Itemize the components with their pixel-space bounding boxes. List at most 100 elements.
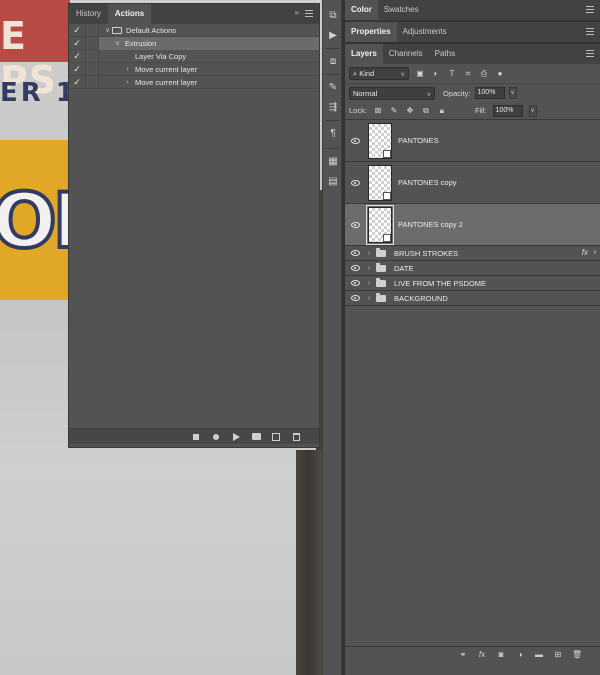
panel-menu-icon[interactable] xyxy=(586,6,594,13)
visibility-eye-icon[interactable] xyxy=(345,276,365,291)
record-icon[interactable] xyxy=(211,432,221,442)
trash-icon[interactable]: 🗑︎ xyxy=(572,650,582,659)
dialog-toggle[interactable] xyxy=(85,75,99,89)
visibility-eye-icon[interactable] xyxy=(345,120,365,162)
type-filter-icon[interactable]: T xyxy=(447,69,457,79)
add-style-icon[interactable]: fx xyxy=(477,650,487,659)
layer-row[interactable]: PANTONES copy 2 xyxy=(345,204,600,246)
visibility-eye-icon[interactable] xyxy=(345,246,365,261)
brush-icon[interactable]: ✎ xyxy=(327,82,339,94)
layer-thumbnail[interactable] xyxy=(368,164,392,201)
toggle-check-icon[interactable]: ✓ xyxy=(69,24,85,37)
expand-arrow-icon[interactable]: › xyxy=(365,295,373,302)
panel-menu-icon[interactable] xyxy=(586,28,594,35)
tab-history[interactable]: History xyxy=(69,4,108,24)
layer-row[interactable]: PANTONES xyxy=(345,120,600,162)
pixel-filter-icon[interactable]: ▣ xyxy=(415,69,425,79)
clone-source-icon[interactable]: ⧈ xyxy=(327,56,339,68)
play-icon[interactable] xyxy=(231,432,241,442)
toggle-check-icon[interactable]: ✓ xyxy=(69,50,85,63)
actions-play-icon[interactable]: ▶ xyxy=(327,30,339,42)
dialog-toggle[interactable] xyxy=(85,36,99,50)
layer-thumbnail[interactable] xyxy=(368,122,392,159)
paragraph-icon[interactable]: ¶ xyxy=(327,128,339,140)
new-group-icon[interactable]: ▬ xyxy=(534,650,544,659)
layer-row[interactable]: PANTONES copy xyxy=(345,162,600,204)
group-row[interactable]: › LIVE FROM THE PSDOME xyxy=(345,276,600,291)
disclosure-arrow-icon[interactable]: › xyxy=(123,66,132,73)
action-item[interactable]: Layer Via Copy xyxy=(99,50,319,63)
libraries-icon[interactable]: ▦ xyxy=(327,156,339,168)
tab-adjustments[interactable]: Adjustments xyxy=(397,22,453,42)
group-name[interactable]: DATE xyxy=(394,264,413,273)
layer-name[interactable]: PANTONES copy 2 xyxy=(398,220,463,229)
action-item[interactable]: › Move current layer xyxy=(99,76,319,89)
link-layers-icon[interactable]: ⚭ xyxy=(458,650,468,659)
tab-channels[interactable]: Channels xyxy=(383,44,429,64)
layer-thumbnail[interactable] xyxy=(366,204,394,245)
expand-arrow-icon[interactable]: › xyxy=(365,265,373,272)
brush-settings-icon[interactable]: ⇶ xyxy=(327,102,339,114)
opacity-dropdown-icon[interactable]: ∨ xyxy=(508,87,517,99)
tab-swatches[interactable]: Swatches xyxy=(378,0,425,20)
chevron-down-icon[interactable]: ∨ xyxy=(593,249,597,256)
expand-arrow-icon[interactable]: › xyxy=(365,250,373,257)
disclosure-arrow-icon[interactable]: ∨ xyxy=(113,39,122,47)
history-icon[interactable]: ⧉ xyxy=(327,10,339,22)
trash-icon[interactable] xyxy=(291,432,301,442)
stop-icon[interactable] xyxy=(191,432,201,442)
toggle-check-icon[interactable]: ✓ xyxy=(69,63,85,76)
action-row[interactable]: ✓ › Move current layer xyxy=(69,75,319,89)
toggle-check-icon[interactable]: ✓ xyxy=(69,76,85,89)
collapse-icon[interactable]: » xyxy=(295,8,299,17)
adjustment-layer-icon[interactable]: ◑ xyxy=(515,650,525,659)
action-row[interactable]: ✓ Layer Via Copy xyxy=(69,49,319,63)
group-name[interactable]: BACKGROUND xyxy=(394,294,448,303)
panel-menu-icon[interactable] xyxy=(586,50,594,57)
visibility-eye-icon[interactable] xyxy=(345,162,365,204)
smart-object-filter-icon[interactable]: ⎙ xyxy=(479,69,489,79)
action-item[interactable]: ∨ Default Actions xyxy=(99,24,319,37)
disclosure-arrow-icon[interactable]: ∨ xyxy=(103,26,112,34)
lock-image-icon[interactable]: ✎ xyxy=(389,106,399,116)
group-name[interactable]: BRUSH STROKES xyxy=(394,249,458,258)
filter-toggle-icon[interactable]: ● xyxy=(495,69,505,79)
lock-all-icon[interactable]: 🔒︎ xyxy=(437,106,447,116)
toggle-check-icon[interactable]: ✓ xyxy=(69,37,85,50)
tab-color[interactable]: Color xyxy=(345,0,378,20)
new-layer-icon[interactable]: ⊞ xyxy=(553,650,563,659)
dialog-toggle[interactable] xyxy=(85,23,99,37)
fx-icon[interactable]: fx xyxy=(582,248,588,257)
tab-properties[interactable]: Properties xyxy=(345,22,397,42)
lock-artboard-icon[interactable]: ⧉ xyxy=(421,106,431,116)
layer-name[interactable]: PANTONES copy xyxy=(398,178,457,187)
action-row[interactable]: ✓ › Move current layer xyxy=(69,62,319,76)
visibility-eye-icon[interactable] xyxy=(345,291,365,306)
opacity-field[interactable]: 100% xyxy=(474,87,505,99)
group-row[interactable]: › BACKGROUND xyxy=(345,291,600,306)
fill-field[interactable]: 100% xyxy=(492,104,523,117)
action-item[interactable]: ∨ Extrusion xyxy=(99,36,319,50)
expand-arrow-icon[interactable]: › xyxy=(365,280,373,287)
lock-transparent-icon[interactable]: ⊠ xyxy=(373,106,383,116)
new-action-icon[interactable] xyxy=(271,432,281,442)
layer-name[interactable]: PANTONES xyxy=(398,136,439,145)
blend-mode-select[interactable]: Normal ∨ xyxy=(349,86,435,100)
dialog-toggle[interactable] xyxy=(85,62,99,76)
panel-menu-icon[interactable] xyxy=(305,10,313,17)
shape-filter-icon[interactable]: ⌗ xyxy=(463,69,473,79)
dialog-toggle[interactable] xyxy=(85,49,99,63)
tab-actions[interactable]: Actions xyxy=(107,4,152,24)
new-set-icon[interactable] xyxy=(251,432,261,442)
tab-layers[interactable]: Layers xyxy=(345,44,383,64)
action-item[interactable]: › Move current layer xyxy=(99,63,319,76)
action-row[interactable]: ✓ ∨ Default Actions xyxy=(69,23,319,37)
info-icon[interactable]: ▤ xyxy=(327,176,339,188)
group-name[interactable]: LIVE FROM THE PSDOME xyxy=(394,279,486,288)
lock-position-icon[interactable]: ✥ xyxy=(405,106,415,116)
fill-dropdown-icon[interactable]: ∨ xyxy=(528,104,537,117)
add-mask-icon[interactable]: ◙ xyxy=(496,650,506,659)
visibility-eye-icon[interactable] xyxy=(345,204,365,246)
action-row[interactable]: ✓ ∨ Extrusion xyxy=(69,36,319,50)
adjustment-filter-icon[interactable]: ◐ xyxy=(431,69,441,79)
